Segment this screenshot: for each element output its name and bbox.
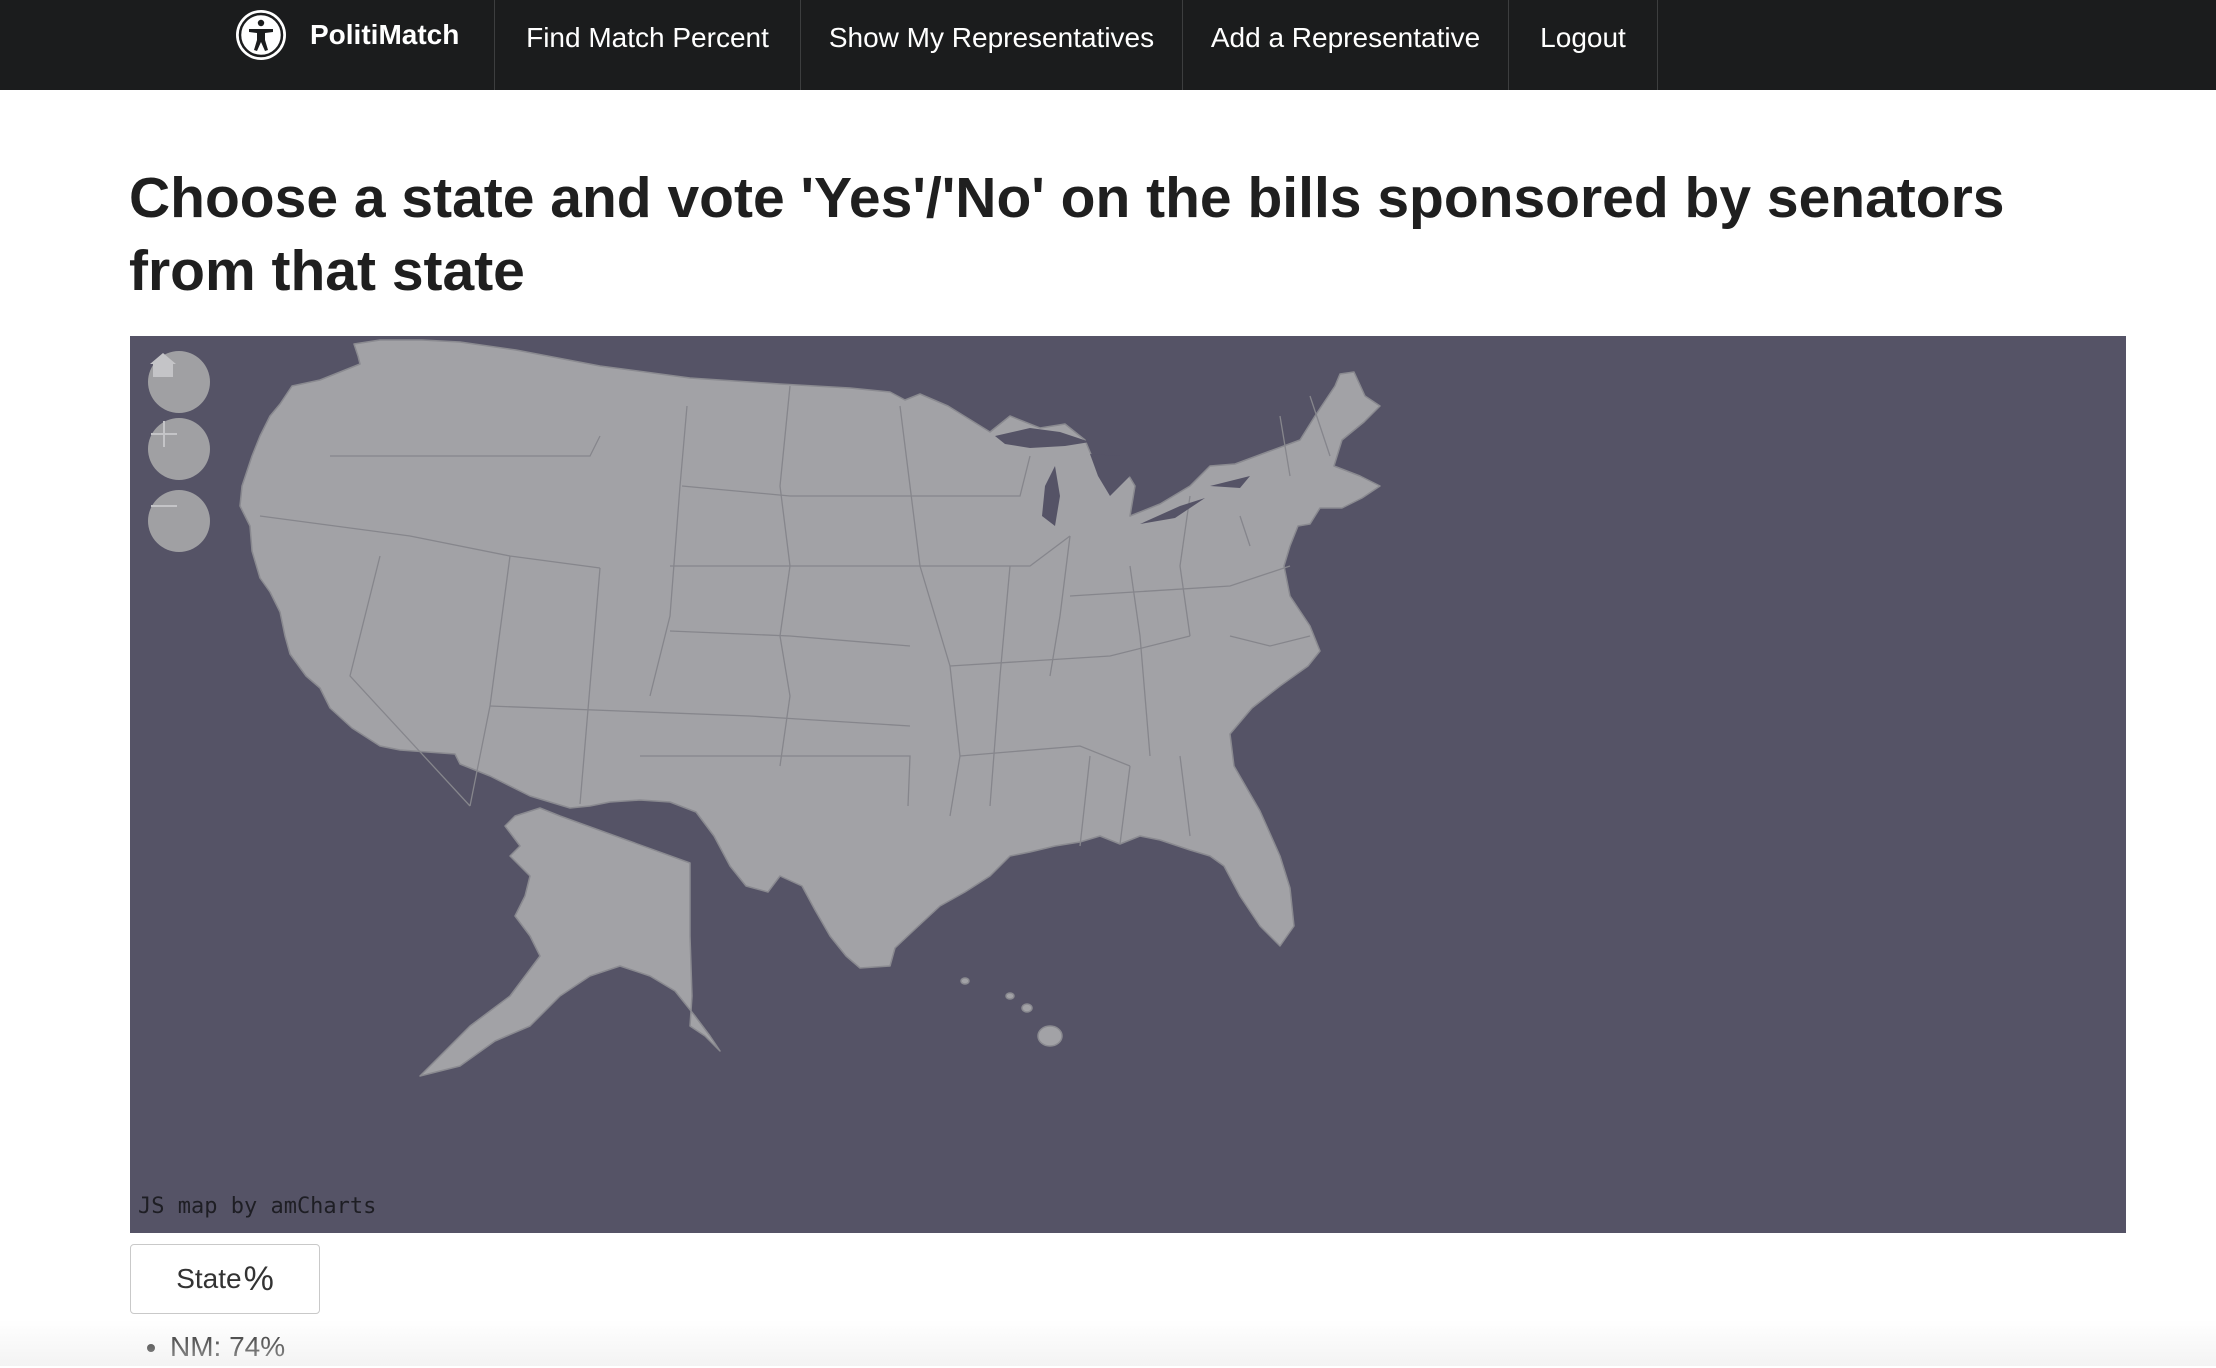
alaska-shape <box>419 807 721 1077</box>
home-button[interactable] <box>148 351 210 413</box>
nav-show-my-representatives[interactable]: Show My Representatives <box>800 0 1182 90</box>
zoom-in-button[interactable] <box>148 418 210 480</box>
contiguous-us-shape <box>239 339 1381 969</box>
percent-icon: % <box>243 1259 274 1298</box>
top-navbar: PolitiMatch Find Match Percent Show My R… <box>0 0 2216 90</box>
state-sort-button[interactable]: State % <box>130 1244 320 1314</box>
state-button-label: State <box>176 1263 242 1294</box>
zoom-out-icon <box>151 505 177 507</box>
list-item: NM: 74% <box>170 1326 285 1368</box>
us-map-canvas[interactable] <box>130 336 2126 1233</box>
accessibility-icon <box>236 10 286 60</box>
brand-name: PolitiMatch <box>310 19 460 50</box>
results-list: NM: 74% <box>130 1326 285 1368</box>
bottom-fade <box>0 1320 2216 1366</box>
brand[interactable]: PolitiMatch <box>234 0 459 70</box>
zoom-in-icon <box>151 421 177 447</box>
map-credit-link[interactable]: JS map by amCharts <box>138 1194 376 1219</box>
home-icon <box>150 353 176 377</box>
nav-add-a-representative[interactable]: Add a Representative <box>1182 0 1508 90</box>
nav-find-match-percent[interactable]: Find Match Percent <box>494 0 800 90</box>
page-title: Choose a state and vote 'Yes'/'No' on th… <box>129 166 2005 303</box>
zoom-out-button[interactable] <box>148 490 210 552</box>
nav-logout[interactable]: Logout <box>1508 0 1658 90</box>
us-map[interactable]: JS map by amCharts <box>130 336 2126 1233</box>
